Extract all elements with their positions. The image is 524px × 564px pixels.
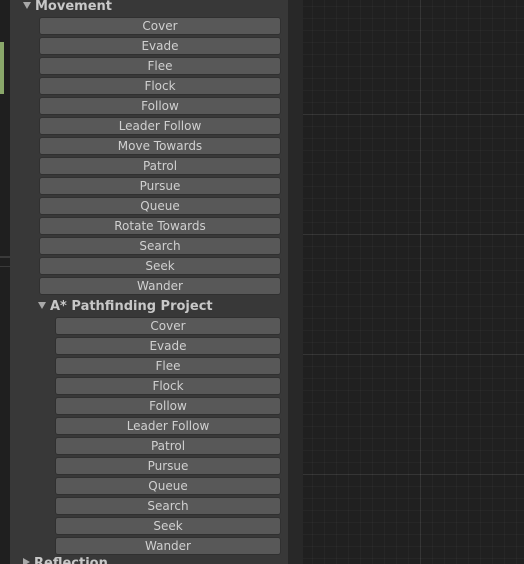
task-list-panel: Movement Cover Evade Flee Flock Follow L…	[10, 0, 288, 564]
triangle-down-icon[interactable]	[38, 302, 46, 309]
left-edge-highlight	[0, 42, 4, 94]
task-button-leader-follow[interactable]: Leader Follow	[39, 117, 281, 135]
left-edge-divider	[0, 256, 10, 258]
task-button-cover[interactable]: Cover	[39, 17, 281, 35]
task-button-wander[interactable]: Wander	[55, 537, 281, 555]
task-button-pursue[interactable]: Pursue	[55, 457, 281, 475]
task-button-evade[interactable]: Evade	[39, 37, 281, 55]
task-button-search[interactable]: Search	[55, 497, 281, 515]
task-button-rotate-towards[interactable]: Rotate Towards	[39, 217, 281, 235]
task-button-flee[interactable]: Flee	[39, 57, 281, 75]
task-button-search[interactable]: Search	[39, 237, 281, 255]
triangle-down-icon[interactable]	[23, 2, 31, 9]
category-header-reflection[interactable]: Reflection	[23, 556, 108, 564]
behavior-graph-canvas[interactable]	[303, 0, 524, 564]
task-button-evade[interactable]: Evade	[55, 337, 281, 355]
triangle-right-icon[interactable]	[23, 558, 30, 564]
task-button-patrol[interactable]: Patrol	[55, 437, 281, 455]
task-button-follow[interactable]: Follow	[55, 397, 281, 415]
task-button-flee[interactable]: Flee	[55, 357, 281, 375]
task-button-seek[interactable]: Seek	[55, 517, 281, 535]
category-header-movement[interactable]: Movement	[23, 0, 112, 15]
left-edge-divider	[0, 266, 10, 267]
task-button-cover[interactable]: Cover	[55, 317, 281, 335]
task-button-pursue[interactable]: Pursue	[39, 177, 281, 195]
panel-divider[interactable]	[288, 0, 303, 564]
task-button-flock[interactable]: Flock	[39, 77, 281, 95]
left-edge-panel	[0, 0, 10, 564]
task-button-queue[interactable]: Queue	[55, 477, 281, 495]
task-button-follow[interactable]: Follow	[39, 97, 281, 115]
task-button-move-towards[interactable]: Move Towards	[39, 137, 281, 155]
category-header-astar-pathfinding[interactable]: A* Pathfinding Project	[38, 299, 213, 315]
task-button-wander[interactable]: Wander	[39, 277, 281, 295]
task-button-leader-follow[interactable]: Leader Follow	[55, 417, 281, 435]
task-button-flock[interactable]: Flock	[55, 377, 281, 395]
task-button-patrol[interactable]: Patrol	[39, 157, 281, 175]
task-button-queue[interactable]: Queue	[39, 197, 281, 215]
task-button-seek[interactable]: Seek	[39, 257, 281, 275]
